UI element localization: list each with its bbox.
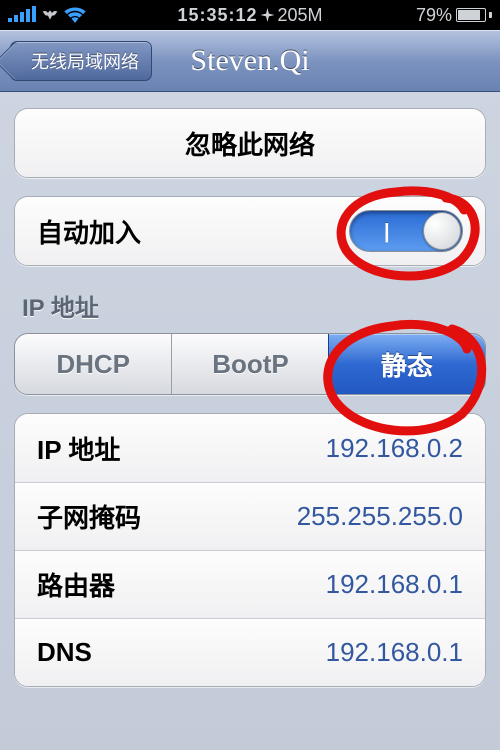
ip-mode-segmented: DHCP BootP 静态 (14, 333, 486, 395)
battery-icon (456, 8, 492, 22)
back-button-label: 无线局域网络 (31, 52, 139, 72)
wifi-icon (64, 7, 86, 23)
nav-bar: 无线局域网络 Steven.Qi (0, 30, 500, 92)
ip-address-label: IP 地址 (37, 430, 120, 467)
back-button[interactable]: 无线局域网络 (10, 41, 152, 81)
subnet-mask-value: 255.255.255.0 (297, 501, 463, 532)
carrier-bat-icon (42, 3, 58, 27)
status-bar: 15:35:12 205M 79% (0, 0, 500, 30)
subnet-mask-row[interactable]: 子网掩码 255.255.255.0 (15, 482, 485, 550)
dns-row[interactable]: DNS 192.168.0.1 (15, 618, 485, 686)
ip-address-value: 192.168.0.2 (326, 433, 463, 464)
segment-bootp[interactable]: BootP (171, 334, 328, 394)
auto-join-label: 自动加入 (37, 213, 141, 250)
subnet-mask-label: 子网掩码 (37, 498, 141, 535)
forget-network-button[interactable]: 忽略此网络 (15, 109, 485, 177)
forget-network-label: 忽略此网络 (185, 125, 315, 162)
battery-percent: 79% (416, 5, 452, 26)
dns-value: 192.168.0.1 (326, 637, 463, 668)
router-label: 路由器 (37, 566, 115, 603)
router-row[interactable]: 路由器 192.168.0.1 (15, 550, 485, 618)
dns-label: DNS (37, 637, 92, 668)
auto-join-row: 自动加入 | (15, 197, 485, 265)
status-star-icon (261, 8, 275, 22)
status-extra: 205M (278, 5, 323, 26)
segment-bootp-label: BootP (212, 349, 289, 380)
segment-static-label: 静态 (381, 346, 433, 383)
ip-section-header: IP 地址 (14, 266, 486, 333)
segment-dhcp[interactable]: DHCP (15, 334, 171, 394)
toggle-knob-icon (423, 212, 461, 250)
status-time: 15:35:12 (177, 5, 257, 26)
toggle-on-mark: | (384, 221, 390, 244)
segment-dhcp-label: DHCP (56, 349, 130, 380)
segment-static[interactable]: 静态 (328, 333, 486, 395)
signal-bars-icon (8, 8, 36, 22)
auto-join-toggle[interactable]: | (349, 210, 463, 252)
ip-address-row[interactable]: IP 地址 192.168.0.2 (15, 414, 485, 482)
router-value: 192.168.0.1 (326, 569, 463, 600)
